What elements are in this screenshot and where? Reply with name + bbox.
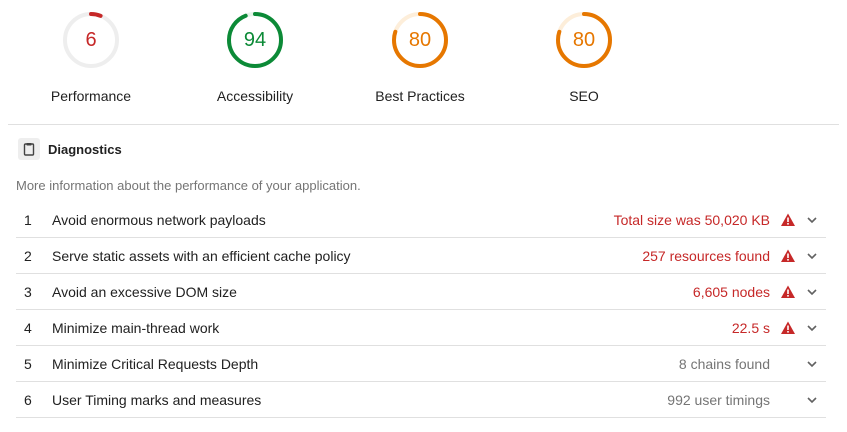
audit-value: Total size was 50,020 KB: [613, 211, 770, 228]
diagnostics-header: Diagnostics: [18, 138, 122, 160]
chevron-down-icon[interactable]: [804, 248, 820, 264]
gauge-score: 80: [408, 29, 432, 51]
audit-value: 8 chains found: [678, 355, 770, 372]
warning-icon: [781, 249, 795, 262]
gauge-seo[interactable]: 80 SEO: [519, 10, 649, 104]
audit-value: 6,605 nodes: [692, 283, 770, 300]
gauge-label: SEO: [569, 88, 599, 104]
chevron-down-icon[interactable]: [804, 320, 820, 336]
audit-index: 3: [24, 283, 32, 300]
audit-row[interactable]: 6 User Timing marks and measures 992 use…: [16, 382, 826, 418]
chevron-down-icon[interactable]: [804, 392, 820, 408]
audit-value: 22.5 s: [731, 319, 770, 336]
chevron-down-icon[interactable]: [804, 356, 820, 372]
section-title: Diagnostics: [48, 141, 122, 157]
audit-list: 1 Avoid enormous network payloads Total …: [16, 202, 826, 418]
warning-icon: [781, 321, 795, 334]
chevron-down-icon[interactable]: [804, 284, 820, 300]
score-gauges: 6 Performance 94 Accessibility 80 Best P…: [0, 0, 847, 124]
audit-title: Minimize main-thread work: [52, 319, 220, 336]
gauge-label: Best Practices: [375, 88, 465, 104]
gauge-performance[interactable]: 6 Performance: [26, 10, 156, 104]
chevron-down-icon[interactable]: [804, 212, 820, 228]
gauge-best-practices[interactable]: 80 Best Practices: [355, 10, 485, 104]
audit-value: 257 resources found: [642, 247, 770, 264]
audit-index: 4: [24, 319, 32, 336]
audit-row[interactable]: 3 Avoid an excessive DOM size 6,605 node…: [16, 274, 826, 310]
audit-title: Avoid enormous network payloads: [52, 211, 266, 228]
gauge-score: 6: [85, 29, 97, 51]
audit-index: 1: [24, 211, 32, 228]
gauge-score: 94: [243, 29, 267, 51]
audit-index: 6: [24, 391, 32, 408]
audit-title: Avoid an excessive DOM size: [52, 283, 237, 300]
audit-value: 992 user timings: [667, 391, 770, 408]
warning-icon: [781, 213, 795, 226]
warning-icon: [781, 285, 795, 298]
clipboard-icon: [18, 138, 40, 160]
gauge-label: Accessibility: [216, 88, 294, 104]
gauge-label: Performance: [50, 88, 132, 104]
gauge-score: 80: [572, 29, 596, 51]
audit-row[interactable]: 1 Avoid enormous network payloads Total …: [16, 202, 826, 238]
audit-row[interactable]: 2 Serve static assets with an efficient …: [16, 238, 826, 274]
audit-row[interactable]: 5 Minimize Critical Requests Depth 8 cha…: [16, 346, 826, 382]
audit-index: 5: [24, 355, 32, 372]
section-description: More information about the performance o…: [16, 178, 361, 193]
divider: [8, 124, 839, 125]
audit-title: Serve static assets with an efficient ca…: [52, 247, 351, 264]
audit-title: User Timing marks and measures: [52, 391, 262, 408]
audit-row[interactable]: 4 Minimize main-thread work 22.5 s: [16, 310, 826, 346]
audit-title: Minimize Critical Requests Depth: [52, 355, 259, 372]
gauge-accessibility[interactable]: 94 Accessibility: [190, 10, 320, 104]
audit-index: 2: [24, 247, 32, 264]
